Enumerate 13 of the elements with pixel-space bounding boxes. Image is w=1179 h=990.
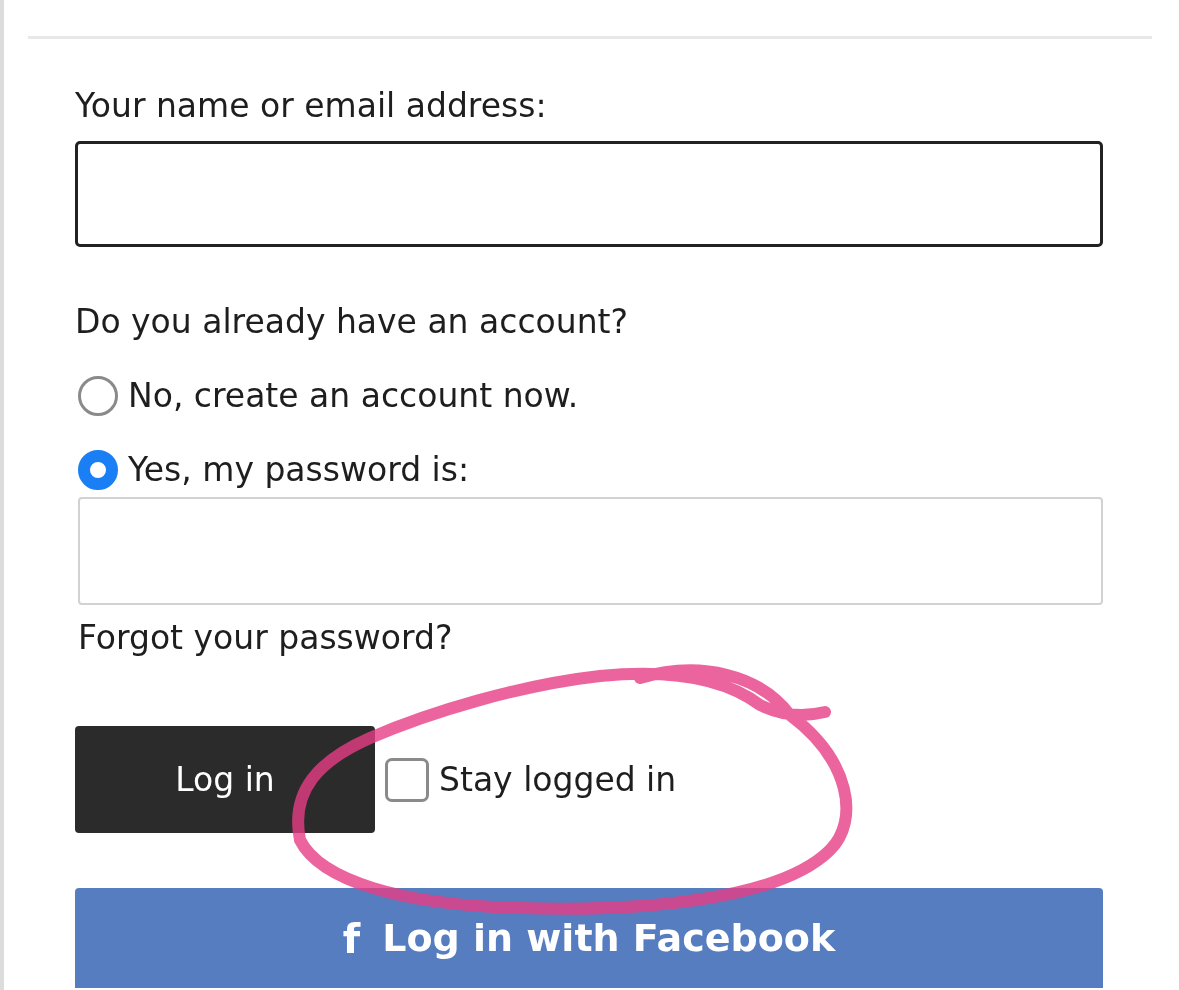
radio-button[interactable] bbox=[78, 376, 118, 416]
radio-label: Yes, my password is: bbox=[128, 449, 470, 491]
radio-button[interactable] bbox=[78, 450, 118, 490]
checkbox[interactable] bbox=[385, 757, 429, 802]
radio-label: No, create an account now. bbox=[128, 375, 579, 417]
question-label: Do you already have an account? bbox=[75, 301, 629, 343]
checkbox-label: Stay logged in bbox=[439, 758, 677, 801]
password-field[interactable] bbox=[78, 497, 1103, 605]
field-label: Your name or email address: bbox=[75, 85, 548, 127]
username-field[interactable] bbox=[75, 141, 1103, 247]
facebook-login-button[interactable]: f Log in with Facebook bbox=[75, 888, 1103, 988]
login-button[interactable]: Log in bbox=[75, 726, 375, 833]
forgot-password-link[interactable]: Forgot your password? bbox=[78, 615, 453, 661]
